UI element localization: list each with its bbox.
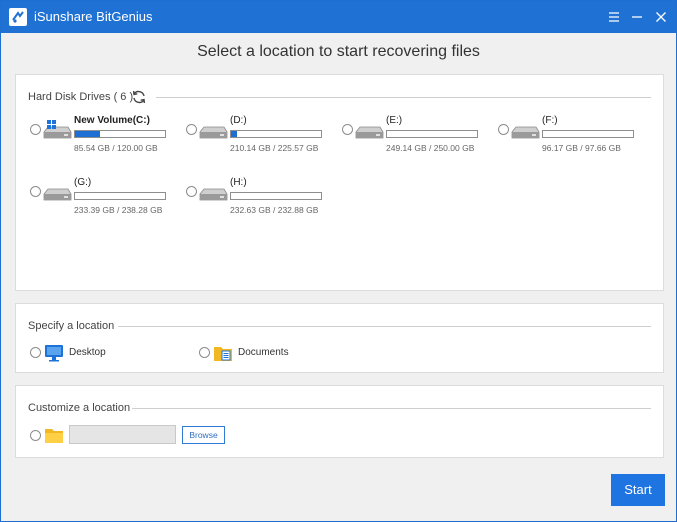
drive-radio[interactable] bbox=[30, 186, 41, 197]
drive-size: 232.63 GB / 232.88 GB bbox=[230, 205, 319, 215]
drive-name: (G:) bbox=[74, 177, 92, 188]
drive-usage-bar bbox=[386, 130, 478, 138]
system-drive-icon bbox=[42, 120, 72, 142]
documents-label: Documents bbox=[238, 347, 289, 358]
close-button[interactable] bbox=[650, 6, 672, 28]
divider-line bbox=[118, 326, 651, 327]
specify-location-panel: Specify a location Desktop Documents bbox=[15, 303, 664, 373]
hard-drive-icon bbox=[198, 120, 228, 142]
drive-usage-fill bbox=[231, 131, 238, 137]
drive-size: 233.39 GB / 238.28 GB bbox=[74, 205, 163, 215]
drive-name: (E:) bbox=[386, 115, 403, 126]
divider-line bbox=[132, 408, 651, 409]
drive-size: 249.14 GB / 250.00 GB bbox=[386, 143, 475, 153]
drive-size: 210.14 GB / 225.57 GB bbox=[230, 143, 319, 153]
hard-drive-icon bbox=[198, 182, 228, 204]
title-bar: iSunshare BitGenius bbox=[1, 1, 676, 33]
desktop-icon bbox=[44, 344, 64, 362]
app-window: iSunshare BitGenius Select a location to… bbox=[0, 0, 677, 522]
drive-usage-bar bbox=[74, 192, 166, 200]
drive-item[interactable]: (H:) 232.63 GB / 232.88 GB bbox=[186, 177, 336, 227]
drive-size: 85.54 GB / 120.00 GB bbox=[74, 143, 158, 153]
app-logo-icon bbox=[9, 8, 27, 26]
drive-usage-bar bbox=[230, 192, 322, 200]
drive-size: 96.17 GB / 97.66 GB bbox=[542, 143, 621, 153]
customize-title: Customize a location bbox=[28, 402, 131, 414]
drive-name: (H:) bbox=[230, 177, 247, 188]
drive-item[interactable]: (E:) 249.14 GB / 250.00 GB bbox=[342, 115, 492, 165]
app-title: iSunshare BitGenius bbox=[34, 9, 153, 24]
drive-item[interactable]: (D:) 210.14 GB / 225.57 GB bbox=[186, 115, 336, 165]
drive-radio[interactable] bbox=[30, 124, 41, 135]
page-heading: Select a location to start recovering fi… bbox=[197, 43, 480, 60]
drive-name: (F:) bbox=[542, 115, 558, 126]
drive-radio[interactable] bbox=[186, 124, 197, 135]
drive-radio[interactable] bbox=[186, 186, 197, 197]
divider-line bbox=[156, 97, 651, 98]
menu-button[interactable] bbox=[603, 6, 625, 28]
drive-name: New Volume(C:) bbox=[74, 115, 150, 126]
start-button[interactable]: Start bbox=[611, 474, 665, 506]
customize-location-panel: Customize a location Browse bbox=[15, 385, 664, 458]
documents-icon bbox=[213, 344, 233, 362]
folder-icon bbox=[44, 426, 64, 444]
custom-path-input[interactable] bbox=[69, 425, 176, 444]
minimize-button[interactable] bbox=[626, 6, 648, 28]
desktop-radio[interactable] bbox=[30, 347, 41, 358]
desktop-label: Desktop bbox=[69, 347, 106, 358]
hard-drive-icon bbox=[42, 182, 72, 204]
drive-usage-bar bbox=[542, 130, 634, 138]
drive-name: (D:) bbox=[230, 115, 247, 126]
drive-item[interactable]: New Volume(C:) 85.54 GB / 120.00 GB bbox=[30, 115, 180, 165]
drive-item[interactable]: (F:) 96.17 GB / 97.66 GB bbox=[498, 115, 648, 165]
custom-location-radio[interactable] bbox=[30, 430, 41, 441]
hard-drive-icon bbox=[510, 120, 540, 142]
hard-disk-panel: Hard Disk Drives ( 6 ) New Volume(C:) 85.… bbox=[15, 74, 664, 291]
drive-radio[interactable] bbox=[498, 124, 509, 135]
drive-radio[interactable] bbox=[342, 124, 353, 135]
hard-drive-icon bbox=[354, 120, 384, 142]
drive-usage-bar bbox=[230, 130, 322, 138]
drive-item[interactable]: (G:) 233.39 GB / 238.28 GB bbox=[30, 177, 180, 227]
hard-disk-title: Hard Disk Drives ( 6 ) bbox=[28, 91, 134, 103]
documents-radio[interactable] bbox=[199, 347, 210, 358]
specify-title: Specify a location bbox=[28, 320, 115, 332]
drive-usage-fill bbox=[75, 131, 101, 137]
browse-button[interactable]: Browse bbox=[182, 426, 225, 444]
refresh-icon[interactable] bbox=[130, 88, 148, 106]
drive-usage-bar bbox=[74, 130, 166, 138]
